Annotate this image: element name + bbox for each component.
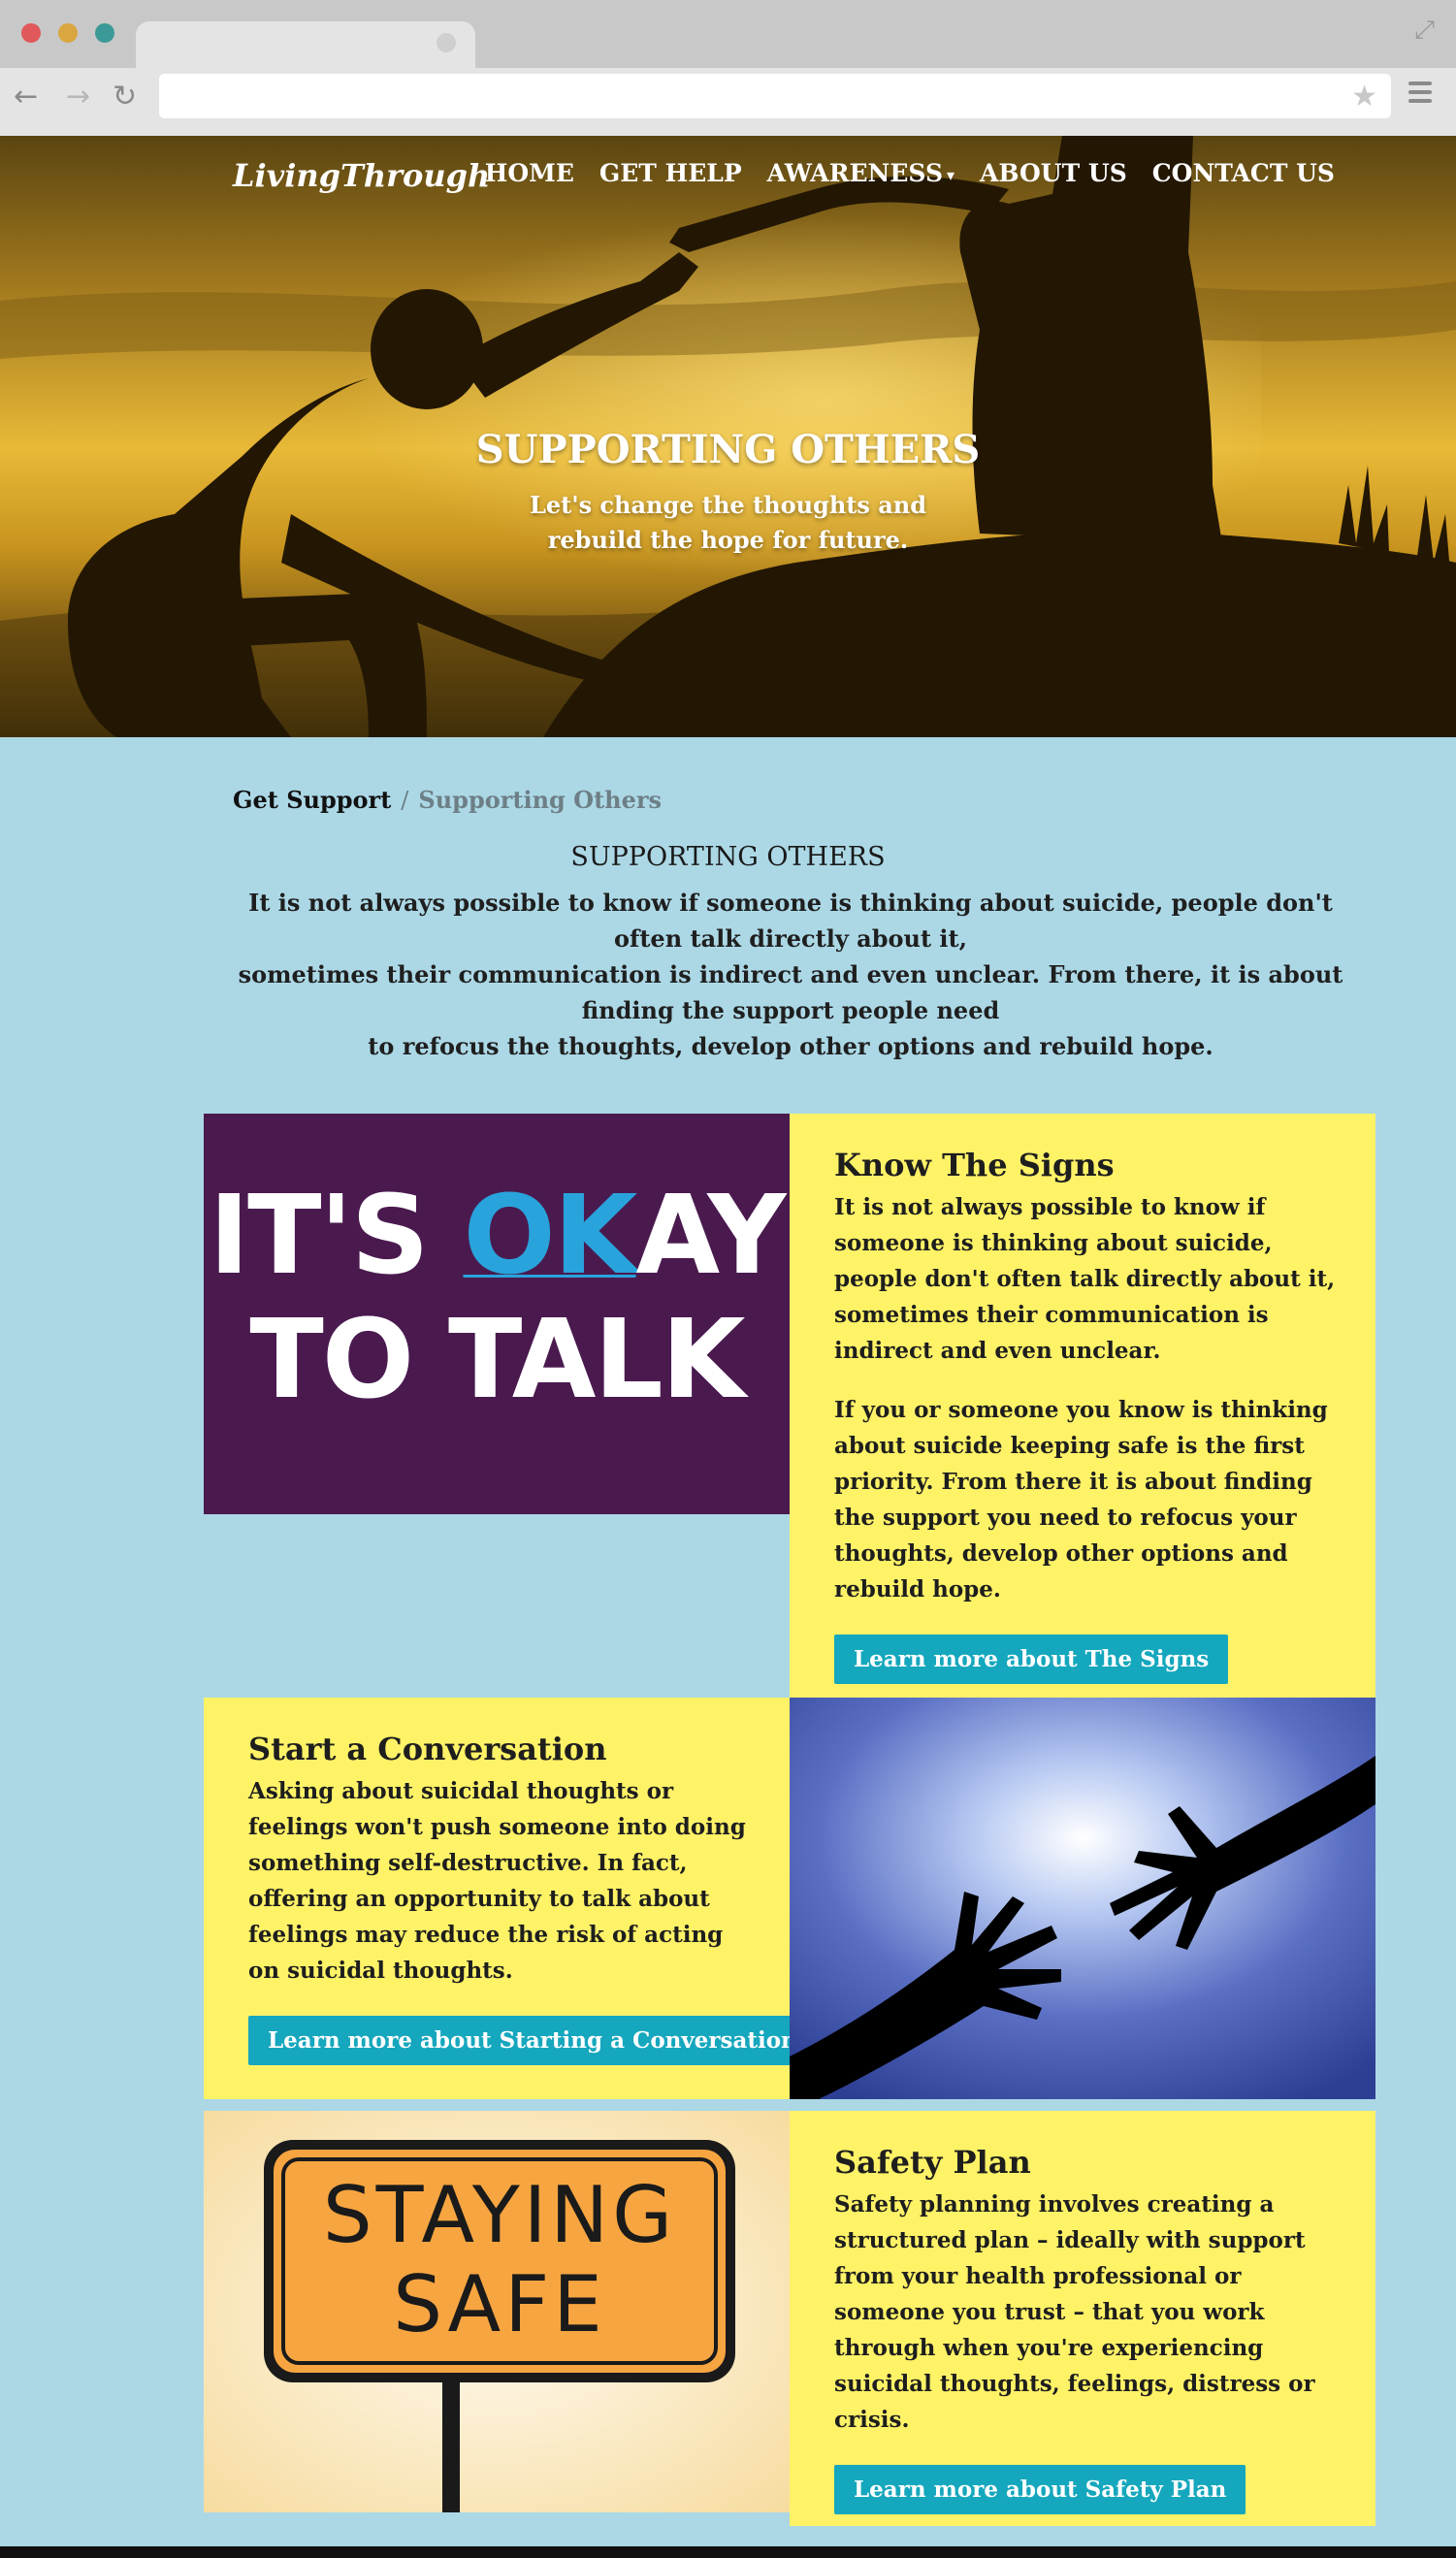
address-bar[interactable]: ★	[159, 74, 1391, 118]
page-bottom-bar	[0, 2546, 1456, 2558]
breadcrumb-get-support[interactable]: Get Support	[233, 786, 391, 814]
know-the-signs-text-1: It is not always possible to know if som…	[834, 1194, 1336, 1364]
okay-to-talk-line2: TO TALK	[249, 1297, 745, 1423]
tab-strip: ⤢	[0, 0, 1456, 68]
staying-safe-line1: STAYING	[322, 2170, 677, 2260]
nav-home[interactable]: HOME	[485, 159, 574, 187]
learn-conversation-button[interactable]: Learn more about Starting a Conversation	[248, 2016, 817, 2065]
nav-get-help[interactable]: GET HELP	[599, 159, 742, 187]
browser-tab[interactable]	[136, 21, 475, 68]
nav-awareness-label: AWARENESS	[766, 159, 943, 187]
maximize-window-button[interactable]	[95, 23, 114, 43]
okay-text-ok: OK	[463, 1173, 637, 1299]
breadcrumb-separator: /	[401, 787, 409, 814]
main-content: Get Support / Supporting Others SUPPORTING…	[0, 737, 1456, 2546]
know-the-signs-text-2: If you or someone you know is thinking a…	[834, 1397, 1328, 1603]
intro-line3: to refocus the thoughts, develop other o…	[368, 1032, 1213, 1060]
intro-line2: sometimes their communication is indirec…	[238, 960, 1343, 1024]
conversation-title: Start a Conversation	[248, 1731, 607, 1767]
minimize-window-button[interactable]	[58, 23, 78, 43]
staying-safe-line2: SAFE	[393, 2259, 606, 2349]
menu-icon[interactable]	[1408, 81, 1432, 108]
site-logo[interactable]: LivingThrough	[233, 157, 490, 194]
section-title: SUPPORTING OTHERS	[570, 842, 886, 872]
safety-plan-title: Safety Plan	[834, 2144, 1031, 2181]
staying-safe-image: STAYING SAFE	[204, 2111, 790, 2512]
star-icon[interactable]: ★	[1351, 80, 1377, 113]
conversation-panel: Start a Conversation Asking about suicid…	[204, 1698, 817, 2099]
reaching-hands-illustration	[790, 1698, 1375, 2099]
tab-close-icon[interactable]	[437, 33, 456, 52]
hero-subtitle-line2: rebuild the hope for future.	[547, 526, 909, 554]
breadcrumb-current: Supporting Others	[418, 786, 663, 814]
main-nav: HOME GET HELP AWARENESS ▾ ABOUT US CONTAC…	[485, 159, 1335, 187]
breadcrumb: Get Support / Supporting Others	[233, 786, 662, 814]
learn-signs-button[interactable]: Learn more about The Signs	[834, 1635, 1229, 1684]
conversation-text: Asking about suicidal thoughts or feelin…	[248, 1778, 746, 1984]
okay-text-ay: AY	[635, 1173, 786, 1299]
hero-subtitle-line1: Let's change the thoughts and	[529, 491, 927, 519]
okay-to-talk-line1: IT'S OKAY	[204, 1178, 790, 1294]
learn-safety-plan-button[interactable]: Learn more about Safety Plan	[834, 2465, 1246, 2514]
browser-chrome: ⤢ ← → ↻ ★	[0, 0, 1456, 136]
okay-to-talk-image: IT'S OKAY TO TALK	[204, 1114, 790, 1514]
forward-arrow-icon[interactable]: →	[66, 80, 90, 114]
intro-text: It is not always possible to know if som…	[233, 885, 1348, 1064]
reaching-hands-image	[790, 1698, 1375, 2099]
expand-icon[interactable]: ⤢	[1414, 16, 1435, 46]
nav-awareness[interactable]: AWARENESS ▾	[767, 159, 954, 187]
hero-title: SUPPORTING OTHERS	[475, 427, 981, 472]
reload-icon[interactable]: ↻	[113, 80, 137, 114]
intro-line1: It is not always possible to know if som…	[248, 889, 1333, 953]
know-the-signs-panel: Know The Signs It is not always possible…	[790, 1114, 1375, 1698]
chevron-down-icon: ▾	[947, 166, 955, 184]
nav-about-us[interactable]: ABOUT US	[980, 159, 1127, 187]
okay-text-its: IT'S	[209, 1173, 464, 1299]
hero-banner: LivingThrough HOME GET HELP AWARENESS ▾ A…	[0, 136, 1456, 737]
back-arrow-icon[interactable]: ←	[14, 80, 38, 114]
safety-plan-text: Safety planning involves creating a stru…	[834, 2191, 1315, 2433]
close-window-button[interactable]	[21, 23, 41, 43]
know-the-signs-title: Know The Signs	[834, 1147, 1115, 1183]
nav-contact-us[interactable]: CONTACT US	[1152, 159, 1335, 187]
safety-plan-panel: Safety Plan Safety planning involves cre…	[790, 2111, 1375, 2526]
